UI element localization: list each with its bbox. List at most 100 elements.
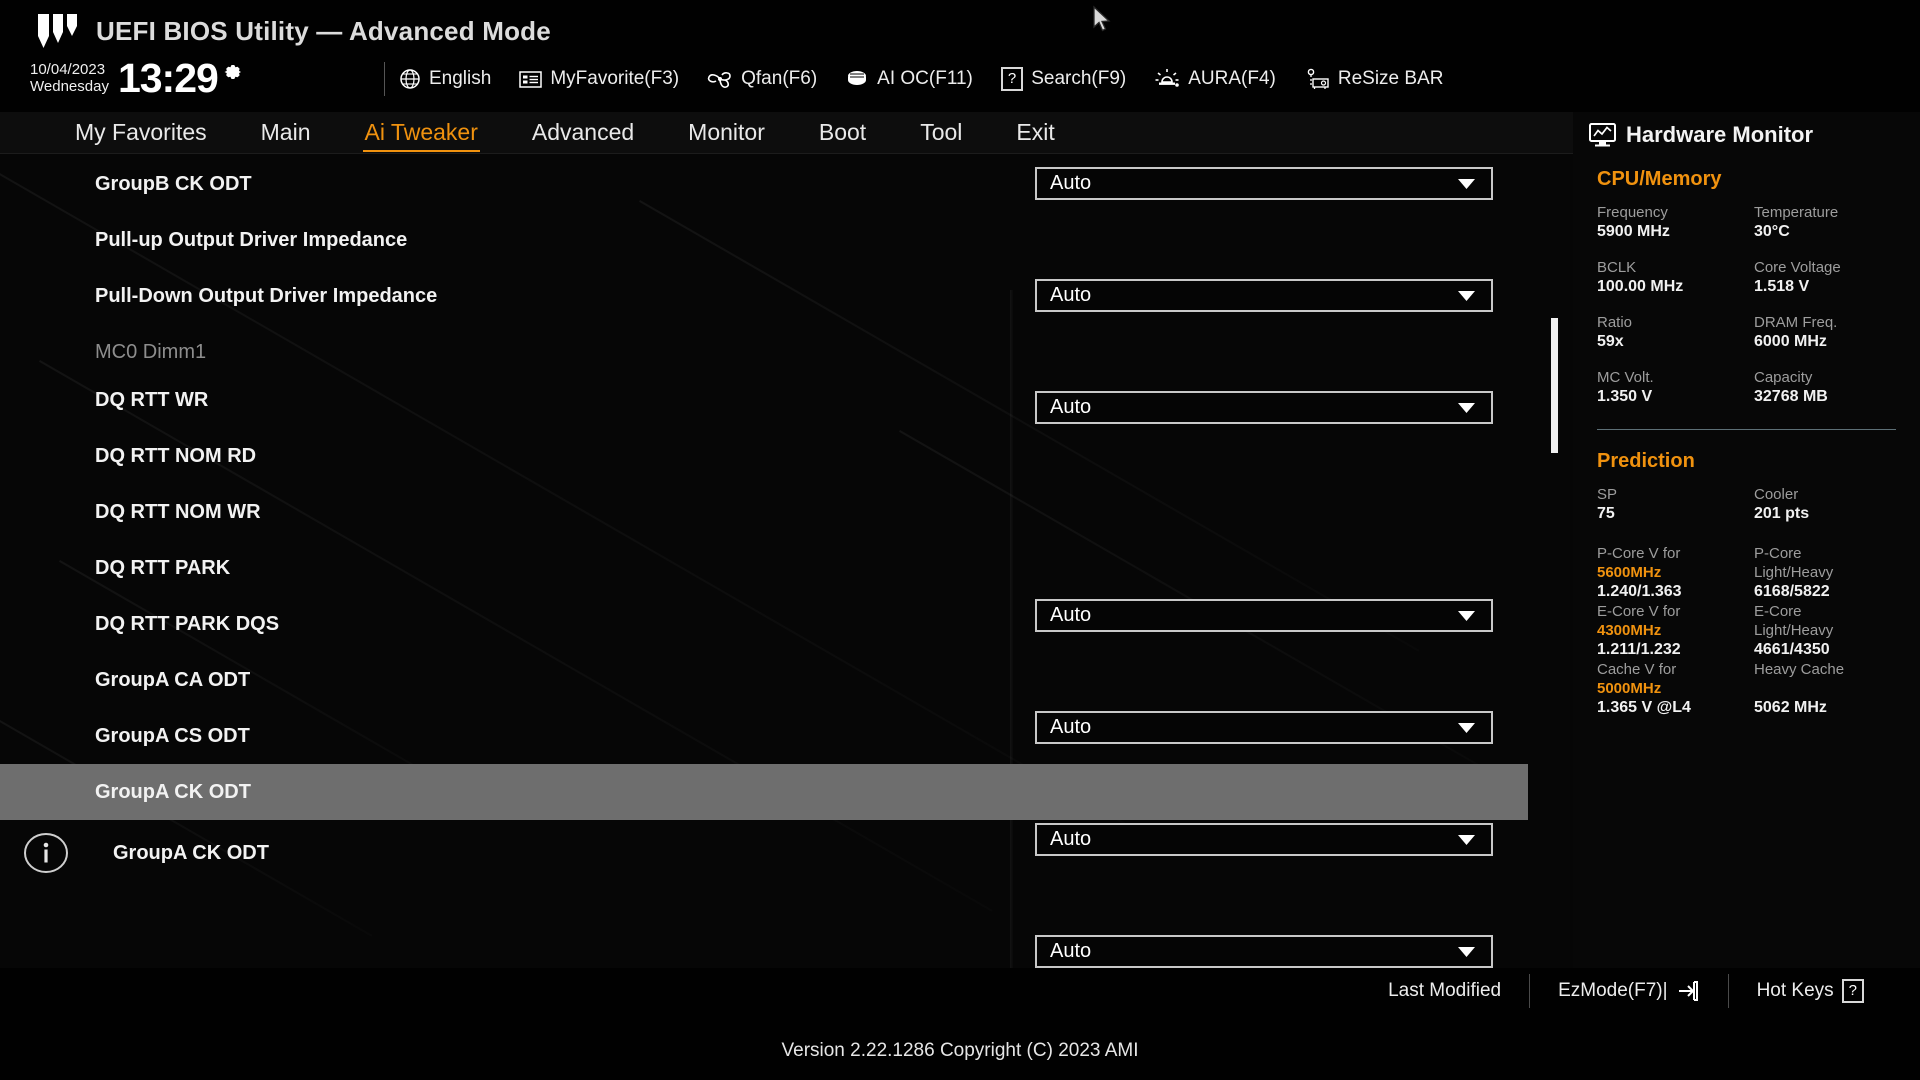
hw-section-cpu-memory: Frequency 5900 MHz Temperature 30°C BCLK… — [1573, 191, 1920, 407]
utility-toolbar: English MyFavorite(F3) Qfan(F6) AI OC(F1… — [384, 62, 1457, 96]
tab-boot[interactable]: Boot — [819, 119, 866, 148]
question-box-icon: ? — [1841, 979, 1864, 1003]
toolbar-item-resize-bar[interactable]: ReSize BAR — [1290, 68, 1458, 90]
toolbar-item-language[interactable]: English — [385, 68, 505, 90]
hw-key: Core Voltage — [1754, 259, 1841, 276]
bios-screen: UEFI BIOS Utility — Advanced Mode 10/04/… — [0, 0, 1920, 1080]
hw-section-title-cpu-memory: CPU/Memory — [1597, 168, 1722, 190]
tab-tool[interactable]: Tool — [920, 119, 962, 148]
hw-value: 201 pts — [1754, 505, 1810, 522]
footer-bar: Last Modified EzMode(F7)| Hot Keys ? Ver… — [0, 968, 1920, 1080]
page-title: UEFI BIOS Utility — Advanced Mode — [96, 15, 551, 46]
chevron-down-icon — [1458, 178, 1475, 189]
tab-main[interactable]: Main — [261, 119, 311, 148]
main-nav: My Favorites Main Ai Tweaker Advanced Mo… — [0, 112, 1573, 154]
tab-monitor[interactable]: Monitor — [688, 119, 765, 148]
hw-key: Light/Heavy — [1754, 622, 1834, 639]
setting-label: Pull-Down Output Driver Impedance — [95, 284, 438, 307]
hw-pair-capacity: Capacity 32768 MB — [1754, 368, 1920, 407]
hot-keys-label: Hot Keys — [1756, 980, 1834, 1001]
hw-block-cache-voltage: Cache V for 5000MHz 1.365 V @L4 — [1597, 660, 1754, 718]
scrollbar-thumb[interactable] — [1551, 318, 1558, 453]
hw-block-pcore-lightheavy: P-Core Light/Heavy 6168/5822 — [1754, 544, 1920, 602]
table-row[interactable]: Pull-Down Output Driver Impedance Auto — [0, 268, 1528, 424]
toolbar-item-qfan[interactable]: Qfan(F6) — [693, 68, 831, 90]
hw-key: E-Core — [1754, 603, 1802, 620]
toolbar-label-resize-bar: ReSize BAR — [1337, 68, 1444, 89]
toolbar-label-aioc: AI OC(F11) — [877, 68, 973, 89]
hw-block-pcore-voltage: P-Core V for 5600MHz 1.240/1.363 — [1597, 544, 1754, 602]
toolbar-item-aioc[interactable]: AI OC(F11) — [831, 68, 987, 90]
setting-label: GroupA CS ODT — [95, 724, 250, 747]
hw-key: SP — [1597, 486, 1618, 503]
setting-dropdown[interactable]: Auto — [1035, 935, 1493, 968]
setting-label: DQ RTT PARK — [95, 556, 231, 579]
setting-label: GroupB CK ODT — [95, 172, 252, 195]
toolbar-label-aura: AURA(F4) — [1188, 68, 1276, 89]
setting-dropdown[interactable]: Auto — [1035, 167, 1493, 200]
tuf-logo-icon — [38, 14, 77, 48]
setting-label: GroupA CA ODT — [95, 668, 251, 691]
hw-section-prediction-blocks: P-Core V for 5600MHz 1.240/1.363 P-Core … — [1573, 524, 1920, 718]
clock-value: 13:29 — [117, 55, 219, 101]
hw-key: Heavy Cache — [1754, 661, 1845, 678]
date-value: 10/04/2023 — [30, 61, 106, 78]
toolbar-label-search: Search(F9) — [1031, 68, 1127, 89]
hw-key: P-Core — [1754, 545, 1802, 562]
hw-block-ecore-lightheavy: E-Core Light/Heavy 4661/4350 — [1754, 602, 1920, 660]
settings-list: GroupB CK ODT Auto Pull-up Output Driver… — [0, 156, 1528, 1080]
toolbar-label-myfavorite: MyFavorite(F3) — [550, 68, 680, 89]
tab-ai-tweaker[interactable]: Ai Tweaker — [362, 119, 481, 152]
toolbar-item-aura[interactable]: AURA(F4) — [1140, 68, 1290, 90]
setting-group-label: MC0 Dimm1 — [95, 340, 207, 363]
ezmode-button[interactable]: EzMode(F7)| — [1530, 980, 1727, 1002]
hw-value: 32768 MB — [1754, 388, 1828, 405]
hw-pair-dram-freq: DRAM Freq. 6000 MHz — [1754, 313, 1920, 352]
date-text: 10/04/2023 Wednesday — [30, 58, 109, 95]
hw-pair-ratio: Ratio 59x — [1597, 313, 1754, 352]
hardware-monitor-title: Hardware Monitor — [1626, 122, 1814, 147]
hw-value: 5900 MHz — [1597, 223, 1670, 240]
hw-section-title-prediction: Prediction — [1597, 450, 1695, 472]
toolbar-item-search[interactable]: ? Search(F9) — [987, 67, 1140, 91]
setting-label: Pull-up Output Driver Impedance — [95, 228, 408, 251]
info-icon — [24, 833, 68, 873]
dropdown-value: Auto — [1050, 172, 1092, 194]
tab-my-favorites[interactable]: My Favorites — [75, 119, 207, 148]
setting-label: DQ RTT PARK DQS — [95, 612, 280, 635]
last-modified-button[interactable]: Last Modified — [1360, 980, 1529, 1002]
table-row[interactable]: DQ RTT NOM WR Auto — [0, 484, 1528, 856]
datetime-block: 10/04/2023 Wednesday 13:29 — [30, 58, 244, 99]
table-row[interactable]: DQ RTT NOM RD Auto — [0, 428, 1528, 744]
help-text: GroupA CK ODT — [113, 841, 269, 864]
resize-bar-icon — [1307, 68, 1329, 89]
setting-label: DQ RTT WR — [95, 388, 209, 411]
table-row[interactable]: GroupA CA ODT Auto — [0, 652, 1528, 708]
table-row[interactable]: GroupB CK ODT Auto — [0, 156, 1528, 212]
tab-exit[interactable]: Exit — [1016, 119, 1054, 148]
hw-key-highlight: 5600MHz — [1597, 564, 1662, 581]
table-row[interactable]: Pull-up Output Driver Impedance Auto — [0, 212, 1528, 312]
toolbar-label-language: English — [429, 68, 492, 89]
table-row[interactable]: DQ RTT WR Auto — [0, 372, 1528, 632]
table-row[interactable]: DQ RTT PARK Auto — [0, 540, 1528, 968]
gear-icon[interactable] — [220, 60, 244, 84]
hw-pair-bclk: BCLK 100.00 MHz — [1597, 258, 1754, 297]
hw-value: 6168/5822 — [1754, 583, 1830, 600]
hw-key: MC Volt. — [1597, 369, 1654, 386]
hw-value: 1.240/1.363 — [1597, 583, 1682, 600]
hw-value: 59x — [1597, 333, 1624, 350]
hw-value: 1.365 V @L4 — [1597, 699, 1691, 716]
arrow-in-box-icon — [1678, 981, 1698, 1001]
toolbar-item-myfavorite[interactable]: MyFavorite(F3) — [505, 68, 693, 90]
table-row[interactable]: DQ RTT PARK DQS Auto — [0, 596, 1528, 1080]
hw-value: 1.350 V — [1597, 388, 1653, 405]
setting-label: DQ RTT NOM RD — [95, 444, 257, 467]
hw-key-highlight: 5000MHz — [1597, 680, 1662, 697]
question-box-icon: ? — [1000, 67, 1024, 91]
hw-value: 6000 MHz — [1754, 333, 1827, 350]
table-row-selected[interactable]: GroupA CK ODT Auto — [0, 764, 1528, 820]
hot-keys-button[interactable]: Hot Keys ? — [1729, 979, 1892, 1003]
table-row[interactable]: GroupA CS ODT Auto — [0, 708, 1528, 764]
tab-advanced[interactable]: Advanced — [532, 119, 634, 148]
